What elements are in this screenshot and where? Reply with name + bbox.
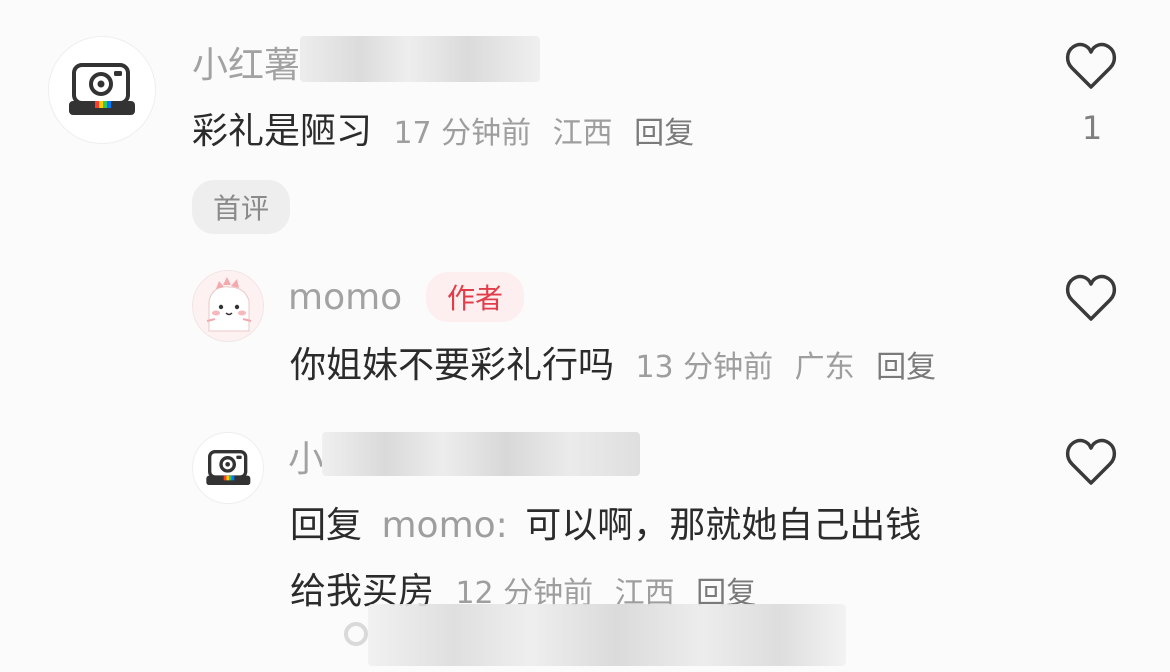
comment-body: 彩礼是陋习 17 分钟前 江西 回复 [192, 106, 694, 160]
comment-text: 你姐妹不要彩礼行吗 [290, 345, 615, 386]
cartoon-dinosaur-avatar [206, 277, 252, 332]
like-count: 1 [1081, 109, 1103, 147]
avatar[interactable] [192, 432, 264, 504]
comment-text: 彩礼是陋习 [192, 111, 373, 152]
reply-button[interactable]: 回复 [876, 350, 936, 385]
comment-time: 17 分钟前 [393, 116, 532, 151]
author-tag: 作者 [426, 272, 524, 322]
comment-location: 江西 [552, 116, 613, 151]
comment-body: 你姐妹不要彩礼行吗 13 分钟前 广东 回复 [290, 340, 936, 394]
comment-text: 可以啊，那就她自己出钱 [525, 505, 922, 546]
avatar[interactable] [48, 36, 156, 144]
blurred-username [322, 432, 640, 476]
avatar[interactable] [192, 270, 264, 342]
username[interactable]: momo [288, 274, 402, 322]
username[interactable]: 小红薯 [192, 40, 300, 92]
blurred-username [300, 36, 540, 82]
camera-icon [69, 63, 135, 115]
comment-body-line-1: 回复 momo: 可以啊，那就她自己出钱 [290, 500, 921, 552]
blurred-watermark [368, 604, 846, 666]
comment-time: 13 分钟前 [635, 350, 774, 385]
watermark-logo [344, 622, 368, 646]
reply-button[interactable]: 回复 [634, 116, 694, 151]
reply-to-user[interactable]: momo: [381, 505, 507, 546]
comment-location: 广东 [794, 350, 855, 385]
heart-icon[interactable] [1064, 436, 1118, 490]
camera-icon [206, 450, 251, 485]
first-comment-badge: 首评 [192, 180, 290, 234]
heart-icon[interactable] [1064, 272, 1118, 326]
reply-prefix: 回复 [290, 505, 363, 546]
heart-icon[interactable] [1064, 40, 1118, 94]
username[interactable]: 小 [288, 436, 324, 484]
